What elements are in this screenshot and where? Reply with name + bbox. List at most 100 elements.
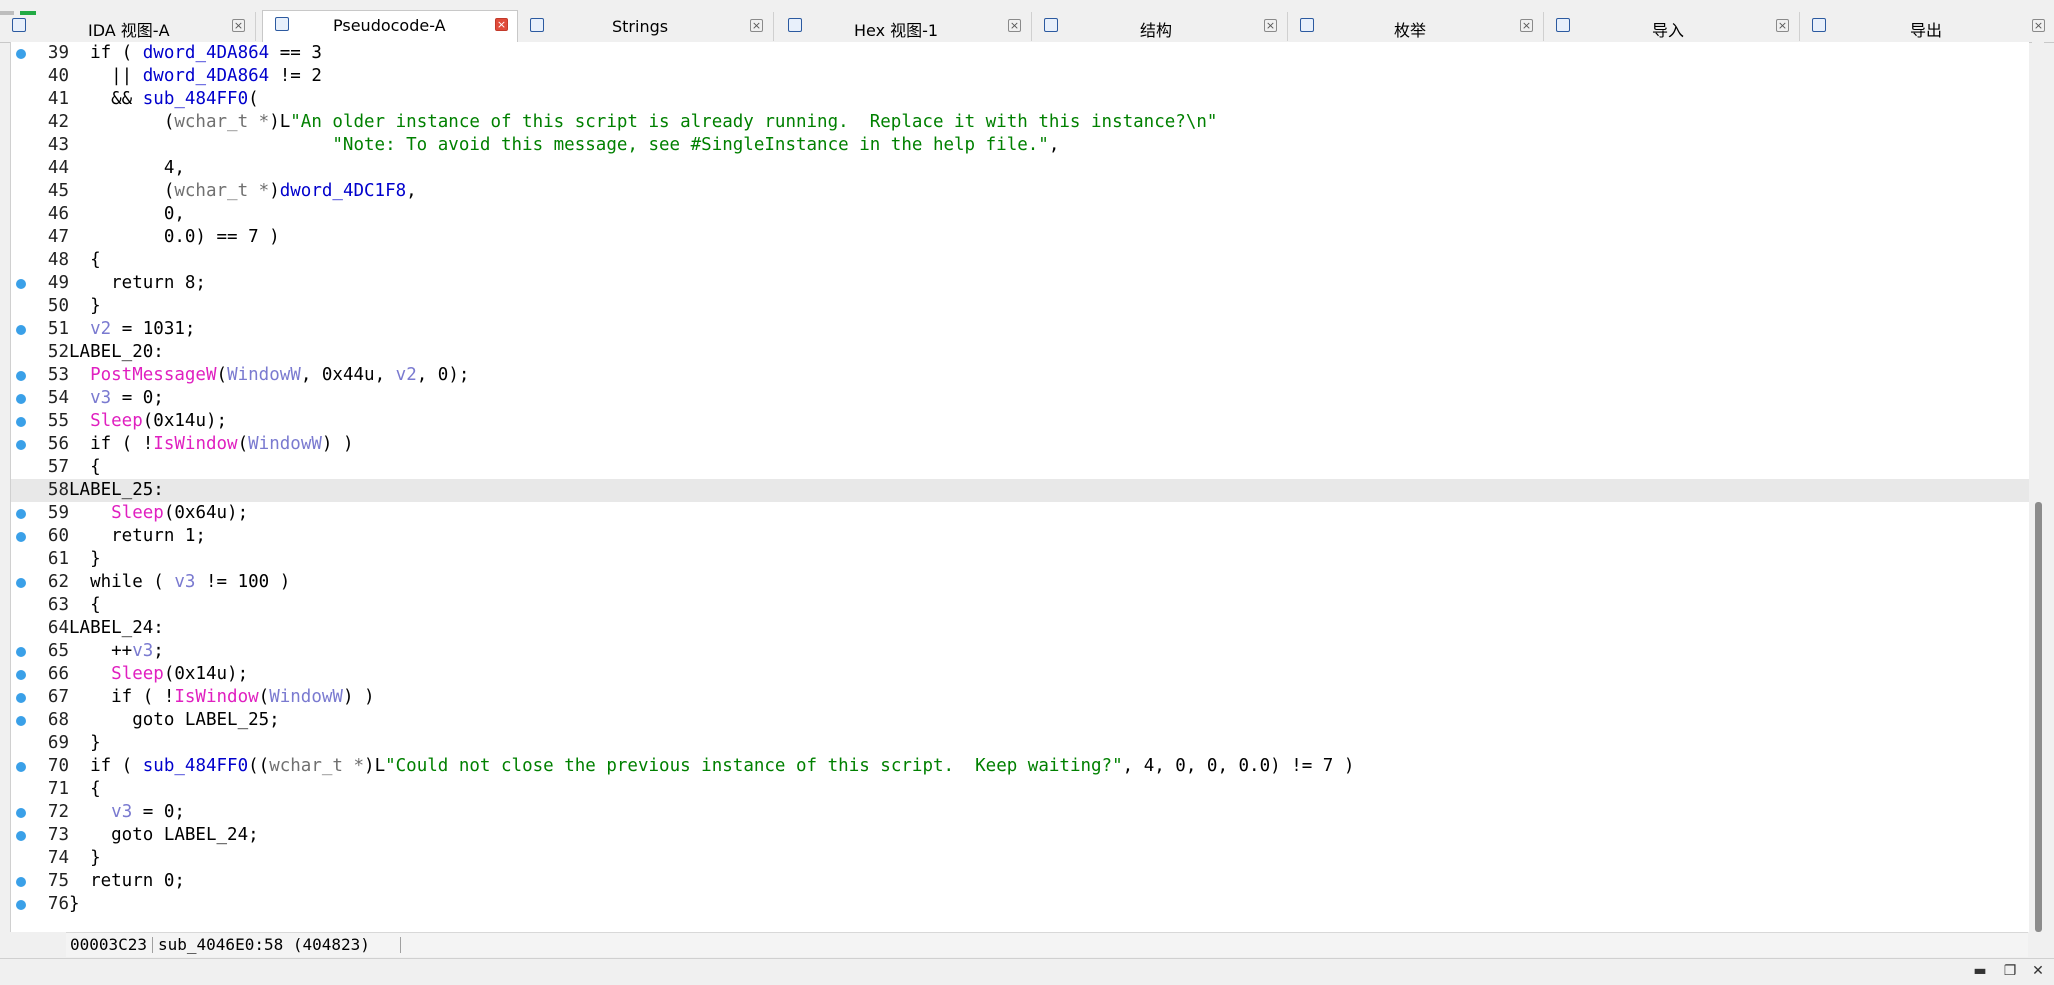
pseudocode-editor[interactable]: 39 if ( dword_4DA864 == 3 40 || dword_4DA… [10,42,2029,932]
code-content[interactable]: 4, [69,157,185,180]
code-content[interactable]: } [69,295,101,318]
code-content[interactable]: return 0; [69,870,185,893]
breakpoint-dot-icon[interactable] [16,417,26,427]
breakpoint-dot-icon[interactable] [16,371,26,381]
breakpoint-dot-icon[interactable] [16,325,26,335]
code-content[interactable]: v2 = 1031; [69,318,195,341]
code-content[interactable]: { [69,456,101,479]
code-content[interactable]: Sleep(0x14u); [69,410,227,433]
code-content[interactable]: return 1; [69,525,206,548]
code-line[interactable]: 49 return 8; [11,272,2029,295]
close-tab-icon[interactable]: × [232,19,245,32]
tab-disasm-view[interactable]: IDA 视图-A × [0,12,256,41]
scrollbar-thumb[interactable] [2035,502,2042,932]
breakpoint-dot-icon[interactable] [16,693,26,703]
code-line[interactable]: 60 return 1; [11,525,2029,548]
code-content[interactable]: (wchar_t *)dword_4DC1F8, [69,180,417,203]
tab-imports[interactable]: 导入 × [1544,12,1800,41]
breakpoint-dot-icon[interactable] [16,831,26,841]
tab-pseudocode[interactable]: Pseudocode-A × [262,10,518,42]
code-content[interactable]: return 8; [69,272,206,295]
code-content[interactable]: Sleep(0x14u); [69,663,248,686]
code-line[interactable]: 58 LABEL_25: [11,479,2029,502]
code-content[interactable]: LABEL_24: [69,617,164,640]
breakpoint-dot-icon[interactable] [16,509,26,519]
code-line[interactable]: 67 if ( !IsWindow(WindowW) ) [11,686,2029,709]
breakpoint-dot-icon[interactable] [16,900,26,910]
code-content[interactable]: v3 = 0; [69,387,164,410]
breakpoint-dot-icon[interactable] [16,49,26,59]
restore-icon[interactable]: ❐ [2002,963,2018,979]
code-line[interactable]: 52 LABEL_20: [11,341,2029,364]
code-content[interactable]: LABEL_20: [69,341,164,364]
breakpoint-dot-icon[interactable] [16,532,26,542]
code-line[interactable]: 48 { [11,249,2029,272]
code-content[interactable]: goto LABEL_24; [69,824,259,847]
code-content[interactable]: Sleep(0x64u); [69,502,248,525]
code-content[interactable]: (wchar_t *)L"An older instance of this s… [69,111,1218,134]
code-line[interactable]: 55 Sleep(0x14u); [11,410,2029,433]
tab-hex-view[interactable]: Hex 视图-1 × [776,12,1032,41]
code-line[interactable]: 74 } [11,847,2029,870]
code-line[interactable]: 63 { [11,594,2029,617]
code-line[interactable]: 40 || dword_4DA864 != 2 [11,65,2029,88]
close-icon[interactable]: ✕ [2030,963,2046,979]
close-tab-icon[interactable]: × [1008,19,1021,32]
breakpoint-dot-icon[interactable] [16,647,26,657]
code-content[interactable]: && sub_484FF0( [69,88,259,111]
breakpoint-dot-icon[interactable] [16,440,26,450]
code-line[interactable]: 54 v3 = 0; [11,387,2029,410]
code-line[interactable]: 44 4, [11,157,2029,180]
tab-strings[interactable]: Strings × [518,12,774,41]
code-line[interactable]: 45 (wchar_t *)dword_4DC1F8, [11,180,2029,203]
code-content[interactable]: if ( !IsWindow(WindowW) ) [69,433,353,456]
code-line[interactable]: 42 (wchar_t *)L"An older instance of thi… [11,111,2029,134]
code-content[interactable]: "Note: To avoid this message, see #Singl… [69,134,1059,157]
code-content[interactable]: } [69,732,101,755]
breakpoint-dot-icon[interactable] [16,808,26,818]
code-line[interactable]: 51 v2 = 1031; [11,318,2029,341]
close-tab-icon[interactable]: × [1520,19,1533,32]
code-line[interactable]: 43 "Note: To avoid this message, see #Si… [11,134,2029,157]
code-content[interactable]: } [69,847,101,870]
code-line[interactable]: 50 } [11,295,2029,318]
code-line[interactable]: 71 { [11,778,2029,801]
code-content[interactable]: v3 = 0; [69,801,185,824]
code-line[interactable]: 64 LABEL_24: [11,617,2029,640]
code-line[interactable]: 73 goto LABEL_24; [11,824,2029,847]
code-line[interactable]: 61 } [11,548,2029,571]
code-line[interactable]: 46 0, [11,203,2029,226]
breakpoint-dot-icon[interactable] [16,394,26,404]
code-line[interactable]: 70 if ( sub_484FF0((wchar_t *)L"Could no… [11,755,2029,778]
code-content[interactable]: if ( sub_484FF0((wchar_t *)L"Could not c… [69,755,1354,778]
tab-structures[interactable]: 结构 × [1032,12,1288,41]
code-content[interactable]: if ( !IsWindow(WindowW) ) [69,686,374,709]
close-tab-icon[interactable]: × [495,18,508,31]
tab-exports[interactable]: 导出 × [1800,12,2054,41]
code-content[interactable]: PostMessageW(WindowW, 0x44u, v2, 0); [69,364,469,387]
code-line[interactable]: 72 v3 = 0; [11,801,2029,824]
code-content[interactable]: { [69,249,101,272]
breakpoint-dot-icon[interactable] [16,716,26,726]
code-line[interactable]: 66 Sleep(0x14u); [11,663,2029,686]
minimize-icon[interactable]: ▬ [1972,963,1988,979]
breakpoint-dot-icon[interactable] [16,877,26,887]
breakpoint-dot-icon[interactable] [16,670,26,680]
code-content[interactable]: if ( dword_4DA864 == 3 [69,42,322,65]
code-line[interactable]: 69 } [11,732,2029,755]
code-content[interactable]: || dword_4DA864 != 2 [69,65,322,88]
close-tab-icon[interactable]: × [1264,19,1277,32]
breakpoint-dot-icon[interactable] [16,762,26,772]
code-line[interactable]: 56 if ( !IsWindow(WindowW) ) [11,433,2029,456]
code-content[interactable]: LABEL_25: [69,479,164,502]
code-line[interactable]: 68 goto LABEL_25; [11,709,2029,732]
code-content[interactable]: 0, [69,203,185,226]
code-content[interactable]: } [69,548,101,571]
vertical-scrollbar[interactable] [2032,42,2044,932]
code-line[interactable]: 39 if ( dword_4DA864 == 3 [11,42,2029,65]
breakpoint-dot-icon[interactable] [16,279,26,289]
code-content[interactable]: { [69,778,101,801]
code-line[interactable]: 76} [11,893,2029,916]
code-line[interactable]: 59 Sleep(0x64u); [11,502,2029,525]
code-line[interactable]: 65 ++v3; [11,640,2029,663]
